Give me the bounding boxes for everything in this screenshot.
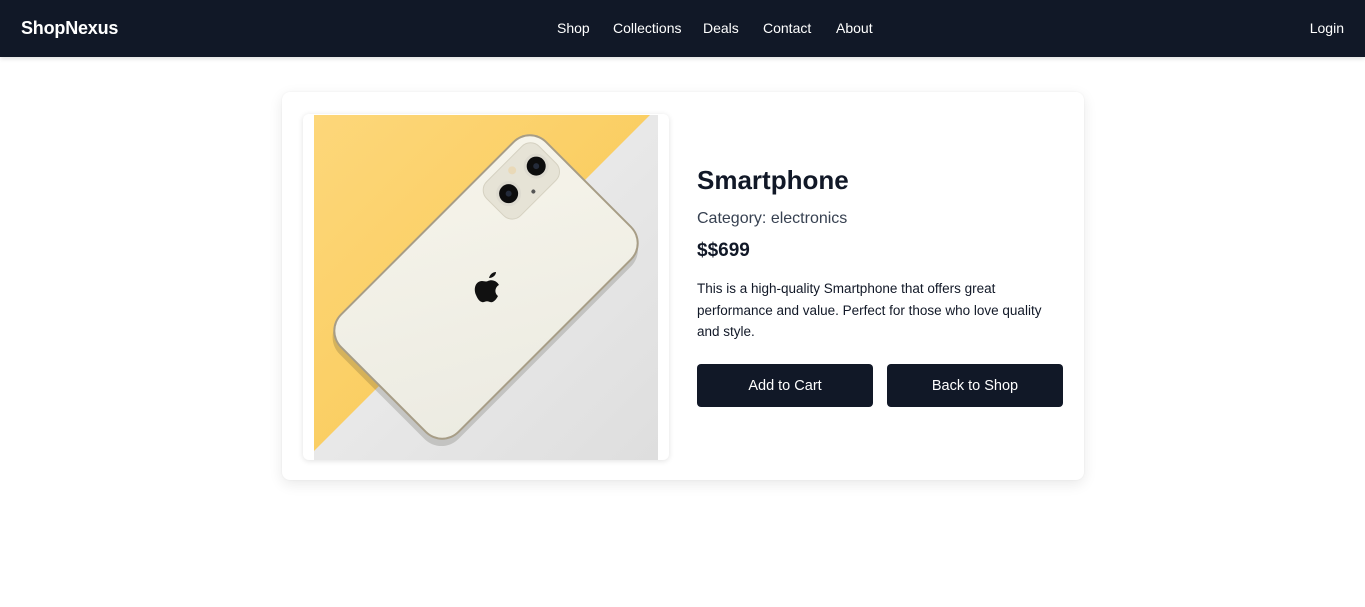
top-navbar: ShopNexus Shop Collections Deals Contact…	[0, 0, 1365, 57]
product-description: This is a high-quality Smartphone that o…	[697, 281, 1042, 339]
login-link[interactable]: Login	[1310, 20, 1344, 36]
brand-logo[interactable]: ShopNexus	[21, 18, 118, 39]
category-label: Category:	[697, 210, 767, 227]
nav-link-about[interactable]: About	[836, 20, 873, 36]
main-nav: Shop Collections Deals Contact About	[0, 0, 1365, 57]
product-title: Smartphone	[697, 165, 849, 195]
product-category: Category: electronics	[697, 210, 847, 228]
product-card: Smartphone Category: electronics $$699 T…	[282, 92, 1084, 480]
back-to-shop-button[interactable]: Back to Shop	[887, 364, 1063, 407]
smartphone-product-photo	[314, 115, 658, 460]
nav-link-collections[interactable]: Collections	[613, 20, 681, 36]
nav-link-shop[interactable]: Shop	[557, 20, 590, 36]
nav-link-contact[interactable]: Contact	[763, 20, 811, 36]
nav-link-deals[interactable]: Deals	[703, 20, 739, 36]
category-value: electronics	[770, 210, 848, 227]
product-image-frame	[303, 114, 669, 460]
add-to-cart-button[interactable]: Add to Cart	[697, 364, 873, 407]
product-price: $$699	[697, 240, 750, 261]
